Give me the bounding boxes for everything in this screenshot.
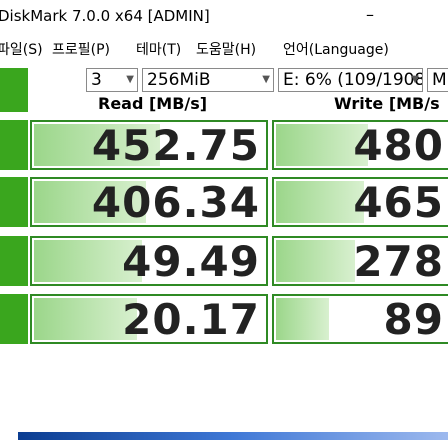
write-result-cell: 480: [272, 120, 448, 170]
write-result-cell: 278: [272, 236, 448, 286]
drive-value: E: 6% (109/1908GiB): [283, 70, 423, 90]
read-value: 20.17: [122, 295, 260, 344]
write-progress-fill: [276, 181, 364, 223]
test-button-seq1m-q1t1[interactable]: [0, 177, 28, 227]
read-value: 452.75: [91, 121, 260, 170]
read-column-header: Read [MB/s]: [98, 94, 208, 113]
test-button-rnd4k-q1t1[interactable]: [0, 294, 28, 344]
title-bar: DiskMark 7.0.0 x64 [ADMIN] –: [0, 0, 448, 30]
status-bar: [18, 432, 448, 440]
menu-bar: 파일(S) 프로필(P) 테마(T) 도움말(H) 언어(Language): [0, 35, 448, 61]
write-value: 278: [353, 237, 444, 286]
all-start-button[interactable]: [0, 68, 28, 112]
mode-value: M: [432, 70, 447, 90]
read-result-cell: 452.75: [30, 120, 268, 170]
chevron-down-icon: ▼: [411, 74, 419, 85]
write-value: 480: [353, 121, 444, 170]
menu-file[interactable]: 파일(S): [0, 39, 43, 59]
read-result-cell: 20.17: [30, 294, 268, 344]
test-size-value: 256MiB: [147, 70, 211, 90]
write-progress-fill: [276, 240, 356, 282]
test-count-select[interactable]: 3 ▼: [86, 68, 138, 92]
write-value: 89: [383, 295, 444, 344]
test-button-seq1m-q8t1[interactable]: [0, 120, 28, 170]
minimize-button[interactable]: –: [366, 5, 374, 24]
mode-select[interactable]: M: [427, 68, 448, 92]
write-value: 465: [353, 178, 444, 227]
drive-select[interactable]: E: 6% (109/1908GiB) ▼: [278, 68, 423, 92]
read-result-cell: 49.49: [30, 236, 268, 286]
test-size-select[interactable]: 256MiB ▼: [142, 68, 274, 92]
write-column-header: Write [MB/s: [334, 94, 440, 113]
test-count-value: 3: [91, 70, 102, 90]
menu-theme[interactable]: 테마(T): [136, 39, 181, 59]
read-result-cell: 406.34: [30, 177, 268, 227]
read-value: 406.34: [91, 178, 260, 227]
chevron-down-icon: ▼: [262, 74, 270, 85]
menu-language[interactable]: 언어(Language): [283, 39, 389, 59]
write-result-cell: 465: [272, 177, 448, 227]
menu-help[interactable]: 도움말(H): [196, 39, 256, 59]
chevron-down-icon: ▼: [126, 74, 134, 85]
write-result-cell: 89: [272, 294, 448, 344]
read-value: 49.49: [122, 237, 260, 286]
test-button-rnd4k-q32t1[interactable]: [0, 236, 28, 286]
write-progress-fill: [276, 298, 329, 340]
window-title: DiskMark 7.0.0 x64 [ADMIN]: [0, 7, 210, 25]
menu-profile[interactable]: 프로필(P): [52, 39, 110, 59]
